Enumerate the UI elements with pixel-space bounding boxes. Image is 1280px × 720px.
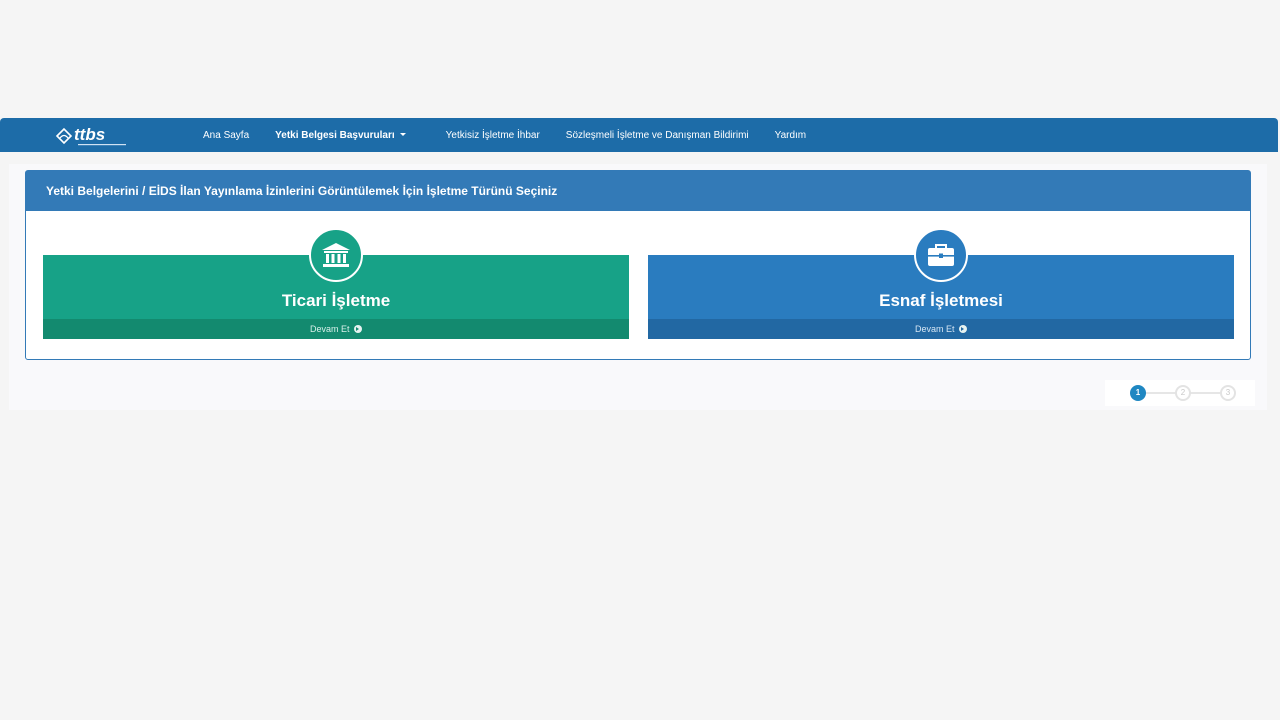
- step-2: 2: [1175, 385, 1191, 401]
- devam-et-label: Devam Et: [914, 324, 955, 334]
- arrow-circle-right-icon: [354, 325, 363, 333]
- ttbs-logo[interactable]: ttbs: [54, 121, 138, 149]
- business-type-panel: Yetki Belgelerini / EİDS İlan Yayınlama …: [25, 170, 1251, 360]
- briefcase-icon: [914, 228, 968, 282]
- nav-dropdown-label: Yetki Belgesi Başvuruları: [275, 129, 395, 141]
- card-title: Ticari İşletme: [281, 291, 391, 310]
- nav-sozlesmeli-isletme[interactable]: Sözleşmeli İşletme ve Danışman Bildirimi: [553, 130, 762, 141]
- progress-stepper: 1 2 3: [1105, 380, 1255, 406]
- esnaf-isletmesi-card[interactable]: Esnaf İşletmesi Devam Et: [648, 228, 1234, 339]
- caret-down-icon: [399, 133, 406, 137]
- devam-et-link[interactable]: Devam Et: [648, 319, 1234, 339]
- step-1: 1: [1130, 385, 1146, 401]
- step-connector: [1143, 392, 1179, 394]
- devam-et-label: Devam Et: [309, 324, 350, 334]
- nav-yardim[interactable]: Yardım: [762, 130, 820, 141]
- top-navbar: ttbs Ana Sayfa Yetki Belgesi Başvuruları…: [0, 118, 1278, 152]
- svg-text:ttbs: ttbs: [74, 125, 105, 144]
- devam-et-link[interactable]: Devam Et: [43, 319, 629, 339]
- panel-heading: Yetki Belgelerini / EİDS İlan Yayınlama …: [26, 171, 1250, 211]
- ticari-isletme-card[interactable]: Ticari İşletme Devam Et: [43, 228, 629, 339]
- nav-yetki-belgesi-dropdown[interactable]: Yetki Belgesi Başvuruları: [262, 130, 419, 141]
- main-menu: Ana Sayfa Yetki Belgesi Başvuruları Yetk…: [190, 118, 819, 152]
- step-3: 3: [1220, 385, 1236, 401]
- nav-ana-sayfa[interactable]: Ana Sayfa: [190, 130, 262, 141]
- main-content: Yetki Belgelerini / EİDS İlan Yayınlama …: [9, 164, 1267, 410]
- bank-icon: [309, 228, 363, 282]
- arrow-circle-right-icon: [959, 325, 968, 333]
- card-title: Esnaf İşletmesi: [879, 291, 1003, 310]
- nav-yetkisiz-isletme-ihbar[interactable]: Yetkisiz İşletme İhbar: [433, 130, 553, 141]
